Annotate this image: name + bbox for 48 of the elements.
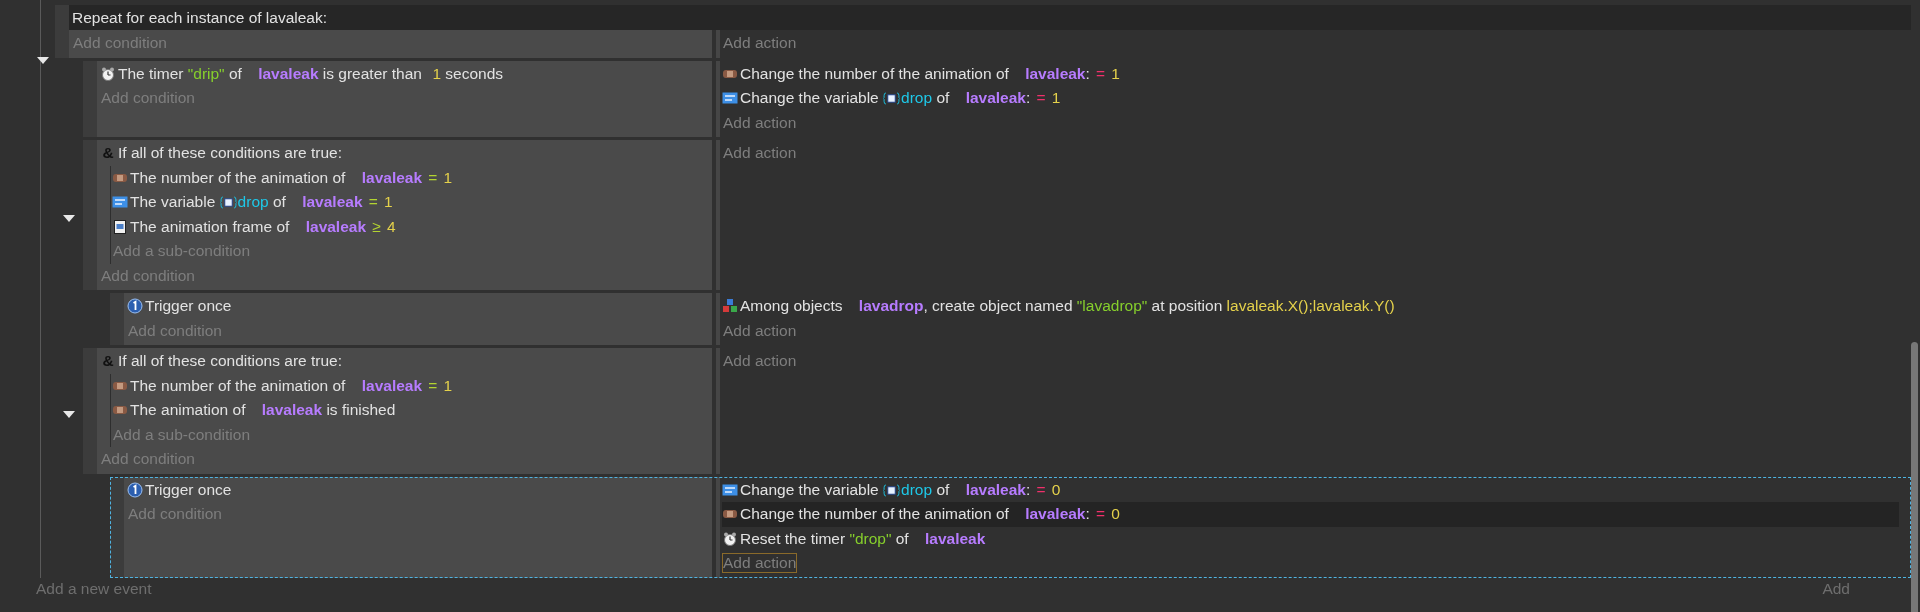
- document-icon: [112, 218, 128, 235]
- variable-icon: [722, 90, 738, 107]
- sub-condition-text[interactable]: The animation frame of lavaleak ≥ 4: [130, 217, 396, 236]
- event-handle[interactable]: [110, 293, 124, 345]
- repeat-title: Repeat for each instance of lavaleak:: [71, 8, 328, 27]
- action-text[interactable]: Among objects lavadrop, create object named "lavadrop" at position lavaleak.X();lavaleak.Y(): [740, 297, 1395, 316]
- event-handle[interactable]: [110, 476, 124, 578]
- action-row[interactable]: Reset the timer "drop" of lavaleak: [722, 526, 1899, 551]
- cubes-icon: [722, 298, 738, 315]
- action-text[interactable]: Change the number of the animation of lavaleak: = 1: [740, 64, 1120, 83]
- condition-text[interactable]: Trigger once: [145, 297, 232, 316]
- action-row[interactable]: Change the variable drop of lavaleak: = 1: [722, 86, 1899, 111]
- expand-arrow-icon[interactable]: [37, 57, 49, 65]
- action-row[interactable]: Change the number of the animation of lavaleak: = 1: [722, 61, 1899, 86]
- number-one-icon: [127, 481, 143, 498]
- event-handle[interactable]: [83, 60, 97, 137]
- event-handle[interactable]: [55, 5, 69, 30]
- variable-braces-icon: [219, 196, 237, 210]
- variable-braces-icon: [883, 483, 901, 497]
- sub-condition-text[interactable]: The number of the animation of lavaleak = 1: [130, 168, 453, 187]
- alarm-clock-icon: [722, 530, 738, 547]
- repeat-event-header[interactable]: Repeat for each instance of lavaleak:: [55, 5, 1911, 30]
- scrollbar[interactable]: [1911, 342, 1918, 612]
- action-text[interactable]: Change the number of the animation of lavaleak: = 0: [740, 505, 1120, 524]
- expand-arrow-icon[interactable]: [63, 215, 75, 223]
- ampersand-symbol: &: [101, 352, 115, 371]
- condition-text[interactable]: The timer "drip" of lavaleak is greater than 1 seconds: [118, 64, 504, 83]
- event-handle[interactable]: [83, 140, 97, 290]
- event-handle[interactable]: [83, 348, 97, 474]
- ampersand-symbol: &: [101, 144, 115, 163]
- action-row[interactable]: Change the number of the animation of lavaleak: = 0: [722, 502, 1899, 527]
- expand-arrow-icon[interactable]: [63, 410, 75, 419]
- group-condition-title[interactable]: If all of these conditions are true:: [118, 144, 343, 163]
- action-row[interactable]: Change the variable drop of lavaleak: = 0: [722, 477, 1899, 502]
- group-condition-title[interactable]: If all of these conditions are true:: [118, 352, 343, 371]
- sub-condition-text[interactable]: The animation of lavaleak is finished: [130, 401, 396, 420]
- condition-text[interactable]: Trigger once: [145, 480, 232, 499]
- action-text[interactable]: Reset the timer "drop" of lavaleak: [740, 529, 986, 548]
- variable-braces-icon: [883, 92, 901, 106]
- action-row[interactable]: Among objects lavadrop, create object named "lavadrop" at position lavaleak.X();lavaleak.Y(): [722, 294, 1899, 319]
- alarm-clock-icon: [100, 65, 116, 82]
- number-one-icon: [127, 298, 143, 315]
- action-text[interactable]: Change the variable drop of lavaleak: = 0: [740, 480, 1061, 499]
- event-handle[interactable]: [55, 30, 69, 58]
- variable-icon: [112, 194, 128, 211]
- sub-condition-text[interactable]: The variable drop of lavaleak = 1: [130, 193, 393, 212]
- action-text[interactable]: Change the variable drop of lavaleak: = 1: [740, 89, 1061, 108]
- sub-condition-text[interactable]: The number of the animation of lavaleak = 1: [130, 376, 453, 395]
